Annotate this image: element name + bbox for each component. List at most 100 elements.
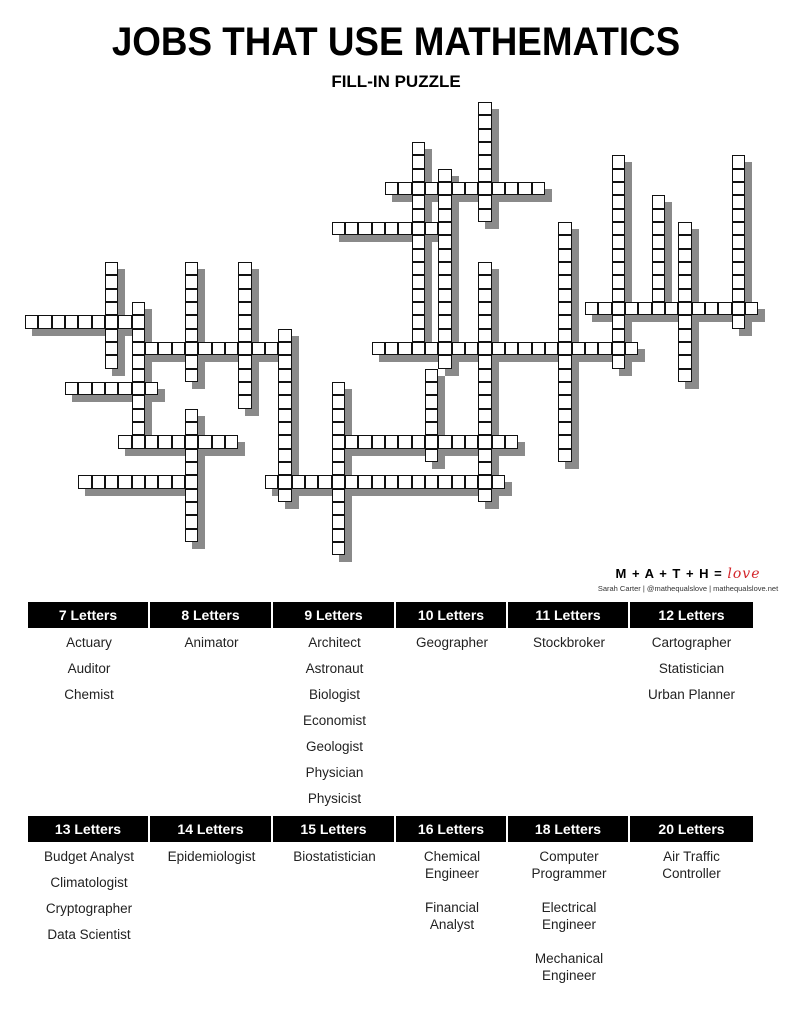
puzzle-cell[interactable]: [278, 328, 292, 342]
puzzle-cell[interactable]: [424, 421, 439, 436]
puzzle-cell[interactable]: [544, 341, 559, 356]
puzzle-cell[interactable]: [371, 435, 385, 449]
puzzle-cell[interactable]: [678, 355, 692, 369]
puzzle-cell[interactable]: [384, 435, 399, 449]
puzzle-cell[interactable]: [278, 461, 292, 476]
puzzle-cell[interactable]: [678, 341, 692, 356]
puzzle-cell[interactable]: [384, 181, 399, 196]
puzzle-cell[interactable]: [731, 288, 745, 302]
puzzle-cell[interactable]: [278, 448, 292, 462]
puzzle-cell[interactable]: [38, 315, 52, 329]
puzzle-cell[interactable]: [64, 381, 79, 396]
puzzle-cell[interactable]: [611, 155, 625, 169]
puzzle-cell[interactable]: [144, 475, 159, 489]
puzzle-cell[interactable]: [558, 301, 572, 316]
puzzle-cell[interactable]: [478, 421, 492, 436]
puzzle-cell[interactable]: [664, 301, 679, 316]
puzzle-cell[interactable]: [558, 395, 572, 409]
puzzle-cell[interactable]: [184, 275, 199, 289]
puzzle-cell[interactable]: [184, 261, 199, 276]
puzzle-cell[interactable]: [144, 435, 159, 449]
puzzle-cell[interactable]: [451, 435, 465, 449]
puzzle-cell[interactable]: [491, 341, 505, 356]
puzzle-cell[interactable]: [611, 341, 625, 356]
puzzle-cell[interactable]: [398, 475, 412, 489]
puzzle-cell[interactable]: [264, 341, 279, 356]
puzzle-cell[interactable]: [198, 341, 212, 356]
puzzle-cell[interactable]: [611, 181, 625, 196]
puzzle-cell[interactable]: [731, 301, 745, 316]
puzzle-cell[interactable]: [104, 315, 119, 329]
puzzle-cell[interactable]: [304, 475, 319, 489]
puzzle-cell[interactable]: [464, 435, 479, 449]
puzzle-cell[interactable]: [438, 315, 452, 329]
puzzle-cell[interactable]: [398, 435, 412, 449]
puzzle-cell[interactable]: [558, 235, 572, 249]
puzzle-cell[interactable]: [558, 368, 572, 382]
puzzle-cell[interactable]: [238, 328, 252, 342]
puzzle-cell[interactable]: [478, 448, 492, 462]
puzzle-cell[interactable]: [238, 315, 252, 329]
puzzle-cell[interactable]: [598, 301, 612, 316]
puzzle-cell[interactable]: [344, 221, 359, 236]
puzzle-cell[interactable]: [451, 181, 465, 196]
puzzle-cell[interactable]: [571, 341, 585, 356]
puzzle-cell[interactable]: [184, 501, 199, 516]
puzzle-cell[interactable]: [184, 515, 199, 529]
puzzle-cell[interactable]: [78, 315, 92, 329]
puzzle-cell[interactable]: [451, 341, 465, 356]
puzzle-cell[interactable]: [238, 261, 252, 276]
puzzle-cell[interactable]: [464, 341, 479, 356]
puzzle-cell[interactable]: [424, 395, 439, 409]
puzzle-cell[interactable]: [238, 275, 252, 289]
puzzle-cell[interactable]: [624, 301, 639, 316]
puzzle-cell[interactable]: [104, 381, 119, 396]
puzzle-cell[interactable]: [131, 315, 145, 329]
puzzle-cell[interactable]: [611, 248, 625, 262]
puzzle-cell[interactable]: [611, 275, 625, 289]
puzzle-cell[interactable]: [731, 168, 745, 182]
puzzle-cell[interactable]: [144, 381, 159, 396]
puzzle-cell[interactable]: [478, 368, 492, 382]
puzzle-cell[interactable]: [531, 341, 545, 356]
puzzle-cell[interactable]: [651, 275, 665, 289]
puzzle-cell[interactable]: [331, 488, 345, 502]
puzzle-cell[interactable]: [331, 541, 345, 556]
puzzle-cell[interactable]: [238, 301, 252, 316]
puzzle-cell[interactable]: [678, 261, 692, 276]
puzzle-cell[interactable]: [344, 435, 359, 449]
puzzle-cell[interactable]: [131, 381, 145, 396]
puzzle-cell[interactable]: [78, 475, 92, 489]
puzzle-cell[interactable]: [518, 341, 532, 356]
puzzle-cell[interactable]: [104, 261, 119, 276]
puzzle-cell[interactable]: [678, 328, 692, 342]
puzzle-cell[interactable]: [331, 515, 345, 529]
puzzle-cell[interactable]: [411, 275, 425, 289]
puzzle-cell[interactable]: [171, 341, 185, 356]
puzzle-cell[interactable]: [411, 208, 425, 222]
puzzle-cell[interactable]: [558, 221, 572, 236]
puzzle-cell[interactable]: [131, 301, 145, 316]
puzzle-cell[interactable]: [438, 261, 452, 276]
puzzle-cell[interactable]: [438, 435, 452, 449]
puzzle-cell[interactable]: [731, 275, 745, 289]
puzzle-cell[interactable]: [184, 301, 199, 316]
puzzle-cell[interactable]: [384, 221, 399, 236]
puzzle-cell[interactable]: [611, 355, 625, 369]
puzzle-cell[interactable]: [118, 475, 132, 489]
puzzle-cell[interactable]: [291, 475, 305, 489]
puzzle-cell[interactable]: [131, 355, 145, 369]
puzzle-cell[interactable]: [611, 315, 625, 329]
puzzle-cell[interactable]: [478, 288, 492, 302]
puzzle-cell[interactable]: [318, 475, 332, 489]
puzzle-cell[interactable]: [478, 395, 492, 409]
puzzle-cell[interactable]: [584, 341, 599, 356]
puzzle-cell[interactable]: [331, 421, 345, 436]
puzzle-cell[interactable]: [371, 221, 385, 236]
puzzle-cell[interactable]: [438, 168, 452, 182]
puzzle-cell[interactable]: [558, 435, 572, 449]
puzzle-cell[interactable]: [104, 275, 119, 289]
puzzle-cell[interactable]: [211, 341, 225, 356]
puzzle-cell[interactable]: [131, 368, 145, 382]
puzzle-cell[interactable]: [131, 408, 145, 422]
